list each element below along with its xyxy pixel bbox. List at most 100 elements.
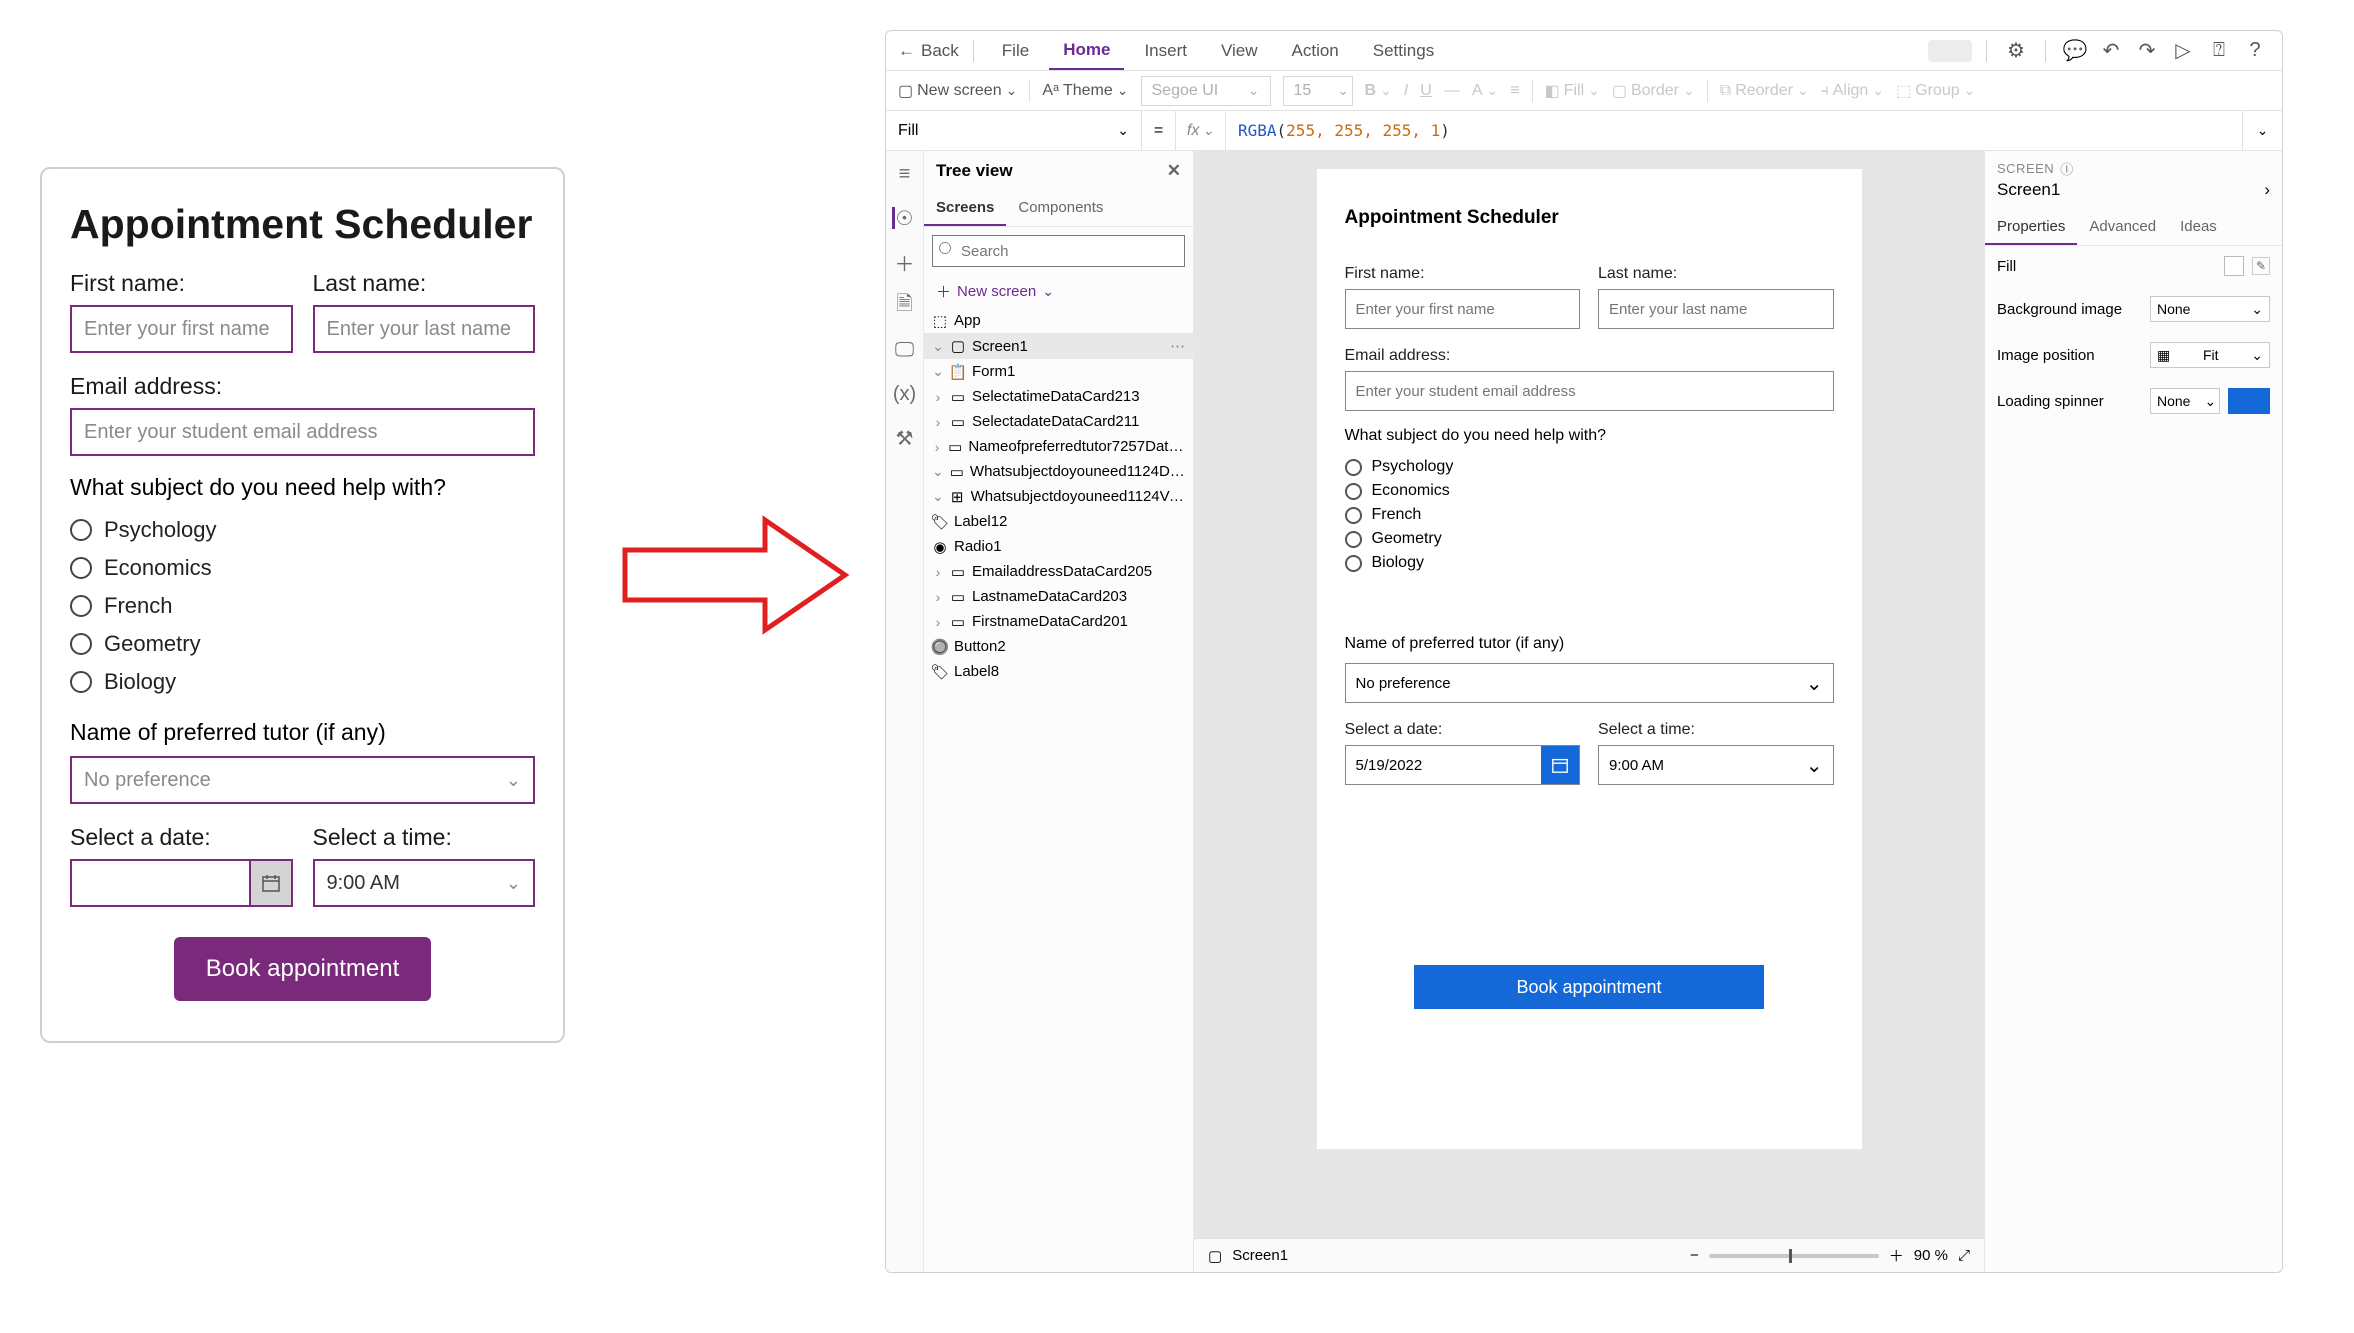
tree-node-button2[interactable]: 🔘Button2 [924,634,1193,659]
tree-node-selectdate[interactable]: ›▭SelectadateDataCard211 [924,409,1193,434]
more-icon[interactable]: ⋯ [1170,337,1185,355]
calendar-icon[interactable] [1541,746,1579,784]
bold-button[interactable]: B [1365,82,1392,100]
help-icon[interactable]: ? [2240,39,2270,62]
tab-components[interactable]: Components [1006,191,1115,226]
time-select[interactable]: 9:00 AM ⌄ [313,859,536,907]
zoom-slider[interactable] [1709,1254,1879,1258]
menu-view[interactable]: View [1207,33,1272,69]
share-icon[interactable]: ⍰ [2204,39,2234,62]
underline-button[interactable]: U [1420,82,1432,100]
radio-geometry[interactable]: Geometry [70,625,535,663]
back-button[interactable]: ←Back [898,41,959,61]
tree-view-icon[interactable]: ☉ [892,207,914,229]
props-tab-properties[interactable]: Properties [1985,210,2077,245]
c-radio-french[interactable]: French [1345,503,1834,527]
c-book-button[interactable]: Book appointment [1414,965,1764,1009]
fill-picker-icon[interactable]: ✎ [2252,257,2270,275]
c-radio-biology[interactable]: Biology [1345,551,1834,575]
radio-psychology[interactable]: Psychology [70,511,535,549]
date-picker[interactable] [70,859,293,907]
tree-node-tutor[interactable]: ›▭Nameofpreferredtutor7257DataCard… [924,434,1193,459]
strike-button[interactable]: — [1444,82,1460,100]
fx-label[interactable]: fx [1176,111,1226,150]
hamburger-icon[interactable]: ≡ [894,163,916,185]
c-radio-economics[interactable]: Economics [1345,479,1834,503]
menu-home[interactable]: Home [1049,32,1124,70]
align-button[interactable]: ⫞Align [1821,82,1884,100]
align-text-button[interactable]: ≡ [1510,82,1519,100]
account-obscured[interactable] [1928,40,1972,62]
font-color-button[interactable]: A [1472,82,1498,100]
reorder-button[interactable]: ⧉Reorder [1720,82,1809,100]
radio-biology[interactable]: Biology [70,663,535,701]
zoom-in-button[interactable]: ＋ [1889,1245,1904,1266]
tree-node-subject[interactable]: ⌄▭Whatsubjectdoyouneed1124DataCar… [924,459,1193,484]
data-icon[interactable]: 🗎 [894,295,916,317]
fit-screen-button[interactable]: ⤢ [1958,1247,1970,1264]
c-tutor-select[interactable]: No preference ⌄ [1345,663,1834,703]
spinner-color-swatch[interactable] [2228,388,2270,414]
formula-input[interactable]: RGBA(255, 255, 255, 1) [1226,111,2242,150]
book-appointment-button[interactable]: Book appointment [174,937,431,1001]
tree-node-screen1[interactable]: ⌄▢Screen1⋯ [924,333,1193,359]
menu-file[interactable]: File [988,33,1043,69]
last-name-input[interactable] [313,305,536,353]
bgimage-select[interactable]: None [2150,296,2270,322]
tree-node-radio1[interactable]: ◉Radio1 [924,534,1193,559]
calendar-icon[interactable] [249,861,291,905]
radio-economics[interactable]: Economics [70,549,535,587]
c-time-select[interactable]: 9:00 AM ⌄ [1598,745,1834,785]
tree-node-email[interactable]: ›▭EmailaddressDataCard205 [924,559,1193,584]
tree-node-subjectvert[interactable]: ⌄⊞Whatsubjectdoyouneed1124Vert… [924,484,1193,509]
tree-node-selecttime[interactable]: ›▭SelectatimeDataCard213 [924,384,1193,409]
tree-search-input[interactable] [932,235,1185,267]
c-email-input[interactable] [1345,371,1834,411]
border-button[interactable]: ▢Border [1612,81,1695,101]
menu-action[interactable]: Action [1278,33,1353,69]
c-first-input[interactable] [1345,289,1581,329]
font-selector[interactable]: Segoe UI [1141,76,1271,106]
insert-icon[interactable]: ＋ [894,251,916,273]
c-radio-geometry[interactable]: Geometry [1345,527,1834,551]
new-screen-link[interactable]: ＋New screen [924,275,1193,308]
c-last-input[interactable] [1598,289,1834,329]
font-size-selector[interactable]: 15 [1283,76,1353,106]
imgpos-select[interactable]: ▦Fit [2150,342,2270,368]
info-icon[interactable]: ⓘ [2060,159,2074,178]
screen-selector-icon[interactable]: ▢ [1208,1247,1222,1265]
group-button[interactable]: ⬚Group [1896,81,1975,101]
fill-color-swatch[interactable] [2224,256,2244,276]
canvas-screen1[interactable]: Appointment Scheduler First name: Last n… [1317,169,1862,1149]
media-icon[interactable]: 🖵 [894,339,916,361]
comment-icon[interactable]: 💬 [2060,38,2090,63]
expand-formula-button[interactable] [2242,111,2282,150]
menu-insert[interactable]: Insert [1130,33,1201,69]
italic-button[interactable]: I [1404,82,1408,100]
tab-screens[interactable]: Screens [924,191,1006,226]
c-date-picker[interactable]: 5/19/2022 [1345,745,1581,785]
fill-button[interactable]: ◧Fill [1545,81,1600,101]
tree-node-firstname[interactable]: ›▭FirstnameDataCard201 [924,609,1193,634]
tree-node-label8[interactable]: 🏷Label8 [924,659,1193,684]
spinner-select[interactable]: None [2150,388,2220,414]
props-tab-ideas[interactable]: Ideas [2168,210,2229,245]
menu-settings[interactable]: Settings [1359,33,1448,69]
email-input[interactable] [70,408,535,456]
variables-icon[interactable]: (x) [894,383,916,405]
undo-icon[interactable]: ↶ [2096,38,2126,63]
tree-node-app[interactable]: ⬚App [924,308,1193,333]
footer-screen-name[interactable]: Screen1 [1232,1247,1288,1264]
property-selector[interactable]: Fill [886,111,1142,150]
advanced-tools-icon[interactable]: ⚒ [894,427,916,449]
tree-node-label12[interactable]: 🏷Label12 [924,509,1193,534]
preview-icon[interactable]: ▷ [2168,38,2198,63]
zoom-out-button[interactable]: − [1690,1247,1699,1264]
close-icon[interactable]: ✕ [1167,161,1181,181]
props-tab-advanced[interactable]: Advanced [2077,210,2168,245]
new-screen-button[interactable]: ▢New screen [898,81,1017,101]
tutor-select[interactable]: No preference ⌄ [70,756,535,804]
theme-button[interactable]: AᵃTheme [1042,82,1128,100]
redo-icon[interactable]: ↷ [2132,38,2162,63]
tree-node-lastname[interactable]: ›▭LastnameDataCard203 [924,584,1193,609]
